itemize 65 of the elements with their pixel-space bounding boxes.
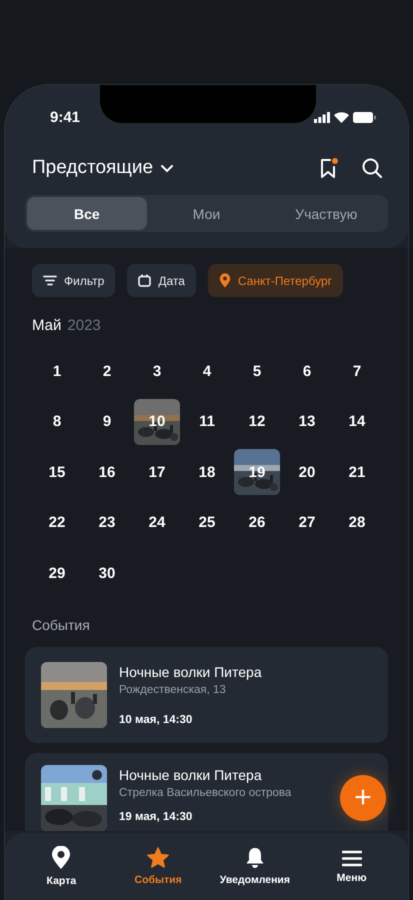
wifi-icon xyxy=(334,112,349,122)
status-time: 9:41 xyxy=(50,108,80,126)
calendar-day[interactable]: 4 xyxy=(202,362,212,380)
calendar-day[interactable]: 6 xyxy=(302,362,312,380)
event-title: Ночные волки Питера xyxy=(119,664,262,680)
signal-icon xyxy=(314,112,330,122)
calendar-day[interactable]: 13 xyxy=(298,413,316,430)
calendar-day[interactable]: 23 xyxy=(98,514,116,532)
search-icon[interactable] xyxy=(361,157,383,179)
filter-chip[interactable]: Фильтр xyxy=(32,264,116,297)
tab[interactable]: Все xyxy=(27,197,147,230)
calendar-day[interactable]: 12 xyxy=(248,413,266,430)
calendar-day[interactable]: 1 xyxy=(52,362,62,380)
calendar-day[interactable]: 2 xyxy=(102,362,112,380)
calendar-day[interactable]: 15 xyxy=(48,464,66,481)
bell-icon xyxy=(244,847,265,869)
nav-tab[interactable]: Уведомления xyxy=(206,847,304,886)
filter-chip[interactable]: Санкт-Петербург xyxy=(208,264,344,297)
calendar-day[interactable]: 11 xyxy=(199,413,215,430)
filter-icon xyxy=(43,275,57,286)
title-dropdown[interactable]: Предстоящие xyxy=(32,157,174,179)
calendar-day[interactable]: 9 xyxy=(102,413,112,430)
calendar-day[interactable]: 26 xyxy=(248,514,266,532)
nav-tab[interactable]: События xyxy=(110,847,206,886)
calendar-day[interactable]: 21 xyxy=(348,464,366,481)
calendar-day[interactable]: 30 xyxy=(98,564,116,582)
pin-icon xyxy=(218,273,231,288)
calendar-day[interactable]: 28 xyxy=(348,514,366,532)
tab[interactable]: Мои xyxy=(146,197,266,230)
event-date: 10 мая, 14:30 xyxy=(119,714,194,726)
menu-icon xyxy=(342,850,362,866)
calendar-day[interactable]: 7 xyxy=(352,362,362,380)
calendar-day[interactable]: 27 xyxy=(298,514,316,532)
calendar-day[interactable]: 18 xyxy=(198,464,216,481)
nav-tab[interactable]: Меню xyxy=(303,850,400,884)
year-label: 2023 xyxy=(67,317,101,334)
calendar-day[interactable]: 25 xyxy=(198,514,216,532)
month-label: Май xyxy=(32,317,62,334)
calendar-day[interactable]: 17 xyxy=(148,464,166,481)
event-date: 19 мая, 14:30 xyxy=(119,810,194,822)
tab[interactable]: Участвую xyxy=(266,197,386,230)
calendar-icon xyxy=(138,274,152,287)
calendar-day[interactable]: 29 xyxy=(48,564,66,582)
calendar-day[interactable]: 14 xyxy=(348,413,366,430)
calendar-day[interactable]: 5 xyxy=(252,362,262,380)
calendar-day[interactable]: 20 xyxy=(298,464,316,481)
pin-icon xyxy=(51,846,72,870)
calendar-day[interactable]: 19 xyxy=(248,464,266,481)
event-card[interactable]: Ночные волки Питера Рождественская, 13 10 мая, 14:30 xyxy=(25,646,388,742)
chevron-down-icon xyxy=(160,164,174,172)
nav-tab[interactable]: Карта xyxy=(13,846,110,887)
bookmark-icon[interactable] xyxy=(319,157,339,179)
battery-icon xyxy=(353,112,376,122)
event-title: Ночные волки Питера xyxy=(119,766,263,782)
calendar-day[interactable]: 24 xyxy=(148,514,166,532)
calendar-day[interactable]: 10 xyxy=(148,413,166,430)
calendar-day[interactable]: 8 xyxy=(52,413,62,430)
calendar-day[interactable]: 22 xyxy=(48,514,66,532)
calendar-day[interactable]: 3 xyxy=(152,362,162,380)
section-heading: События xyxy=(32,616,91,632)
calendar-day[interactable]: 16 xyxy=(98,464,116,481)
filter-chip[interactable]: Дата xyxy=(127,264,196,297)
event-address: Рождественская, 13 xyxy=(119,684,227,696)
star-icon xyxy=(147,847,170,869)
event-address: Стрелка Васильевского острова xyxy=(119,786,292,798)
